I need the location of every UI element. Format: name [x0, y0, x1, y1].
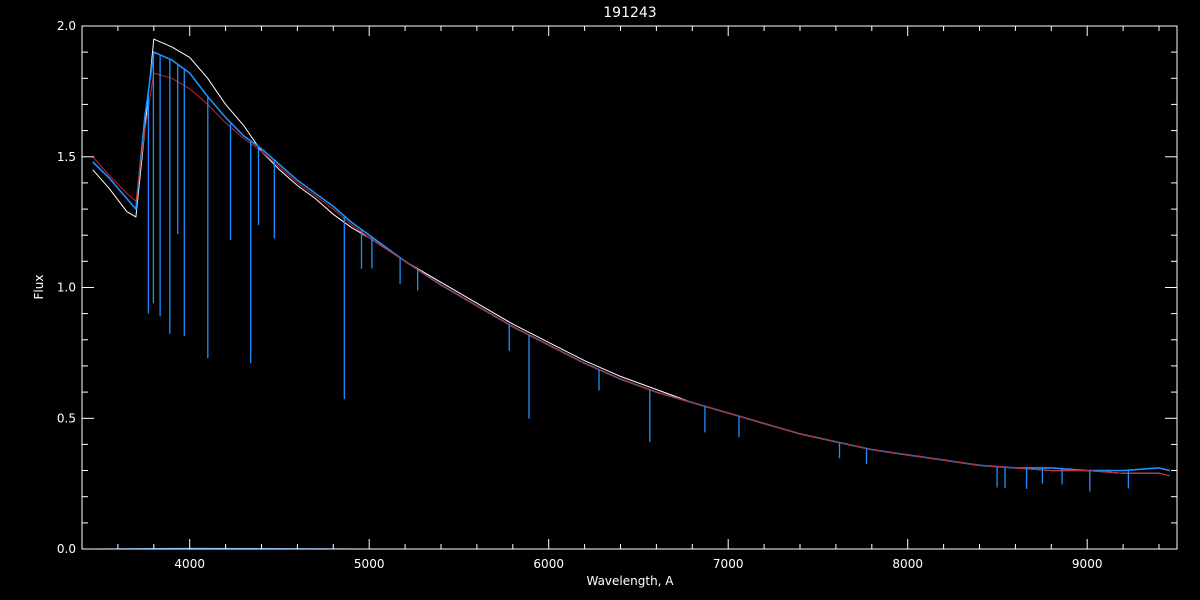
y-tick-label: 1.5 [57, 150, 76, 164]
y-axis-label: Flux [32, 275, 46, 300]
spectrum-chart: 191243 Wavelength, A Flux 4000 5000 6000 70… [0, 0, 1200, 600]
y-tick-label: 0.0 [57, 542, 76, 556]
x-tick-label: 9000 [1072, 557, 1103, 571]
y-tick-label: 0.5 [57, 411, 76, 425]
y-tick-label: 2.0 [57, 19, 76, 33]
x-axis-label: Wavelength, A [586, 574, 674, 588]
x-tick-label: 8000 [892, 557, 923, 571]
x-tick-label: 7000 [713, 557, 744, 571]
chart-background [0, 0, 1200, 600]
x-tick-label: 4000 [174, 557, 205, 571]
chart-title: 191243 [603, 5, 656, 21]
x-tick-label: 6000 [533, 557, 564, 571]
y-tick-label: 1.0 [57, 281, 76, 295]
x-tick-label: 5000 [354, 557, 385, 571]
